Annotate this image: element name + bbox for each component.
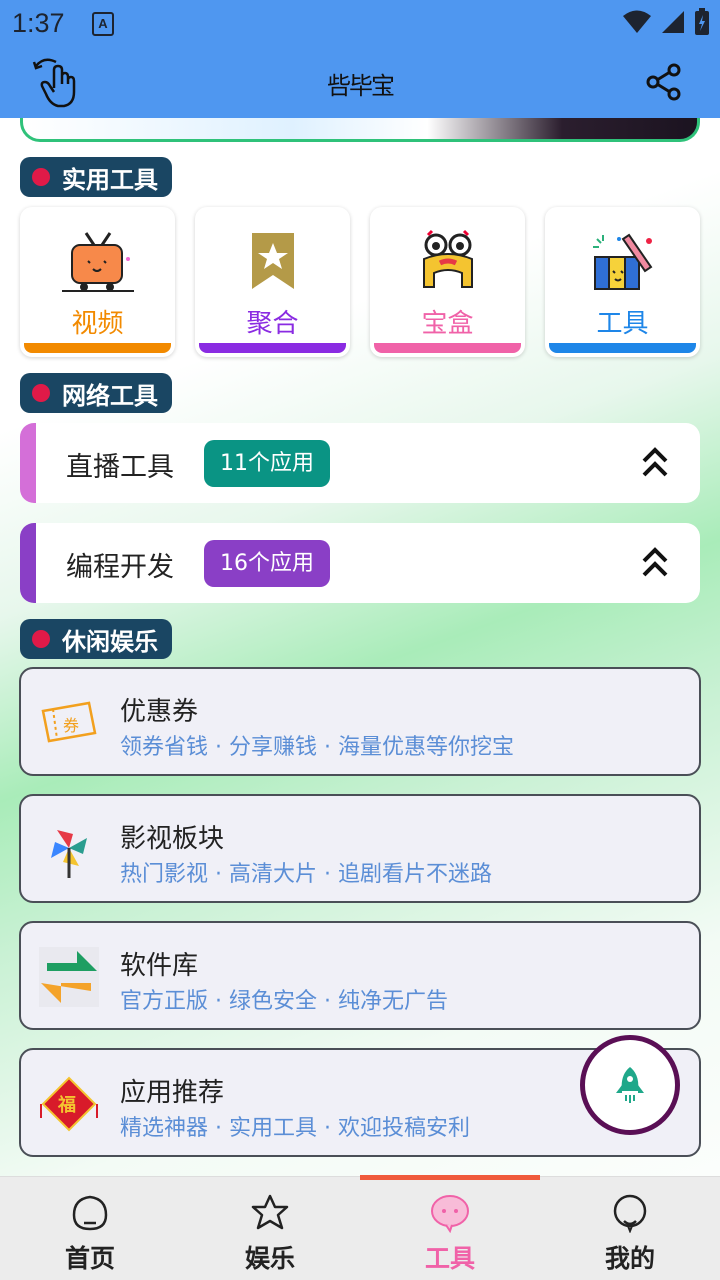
app-count-badge: 16个应用 [204,540,330,587]
card-title: 软件库 [120,951,199,981]
tab-label: 我的 [604,1244,655,1273]
tile-label: 聚合 [246,309,299,339]
network-item-label: 直播工具 [66,452,174,483]
section-dot [32,168,50,186]
double-chevron-up-icon[interactable] [640,545,670,581]
card-title: 应用推荐 [120,1078,225,1108]
tile-video[interactable]: 视频 [20,207,175,357]
tile-label: 宝盒 [421,309,474,339]
tab-home[interactable]: 首页 [0,1177,180,1280]
tile-label: 视频 [71,309,124,339]
pinwheel-icon [51,830,87,878]
signal-icon [662,11,684,33]
item-stripe [20,423,36,503]
card-movies[interactable]: 影视板块 热门影视 · 高清大片 · 追剧看片不迷路 [19,794,701,903]
section-title: 实用工具 [62,165,158,194]
star-bubble-icon [251,1194,289,1230]
pig-bubble-icon [431,1195,469,1233]
arrows-exchange-icon [39,947,99,1007]
card-software[interactable]: 软件库 官方正版 · 绿色安全 · 纯净无广告 [19,921,701,1030]
tab-tools[interactable]: 工具 [360,1177,540,1280]
network-item-label: 编程开发 [66,552,174,583]
section-dot [32,630,50,648]
card-subtitle: 精选神器 · 实用工具 · 欢迎投稿安利 [120,1116,470,1141]
app-title: 呰毕宝 [327,72,395,100]
fu-char: 福 [57,1094,76,1116]
profile-bubble-icon [613,1194,647,1233]
home-bubble-icon [72,1195,108,1231]
section-title: 网络工具 [62,381,158,410]
fu-lantern-icon: 福 [40,1076,98,1132]
input-indicator-icon: A [92,12,114,36]
section-header-practical: 实用工具 [20,157,172,197]
treasure-box-icon [422,229,473,288]
tile-label: 工具 [596,309,649,339]
app-bar: 呰毕宝 [0,50,720,118]
coupon-char: 券 [63,716,79,735]
card-subtitle: 热门影视 · 高清大片 · 追剧看片不迷路 [120,862,492,887]
tile-bar [374,343,521,353]
gift-tools-icon [592,233,652,290]
section-header-network: 网络工具 [20,373,172,413]
tile-bar [549,343,696,353]
network-item-live[interactable]: 直播工具 11个应用 [20,423,700,503]
network-item-dev[interactable]: 编程开发 16个应用 [20,523,700,603]
double-chevron-up-icon[interactable] [640,445,670,481]
card-title: 影视板块 [120,824,225,854]
scroll-top-fab[interactable] [580,1035,680,1135]
rocket-icon [616,1067,644,1103]
share-icon[interactable] [644,62,684,102]
tile-box[interactable]: 宝盒 [370,207,525,357]
card-title: 优惠券 [120,697,199,727]
section-title: 休闲娱乐 [62,627,158,656]
card-subtitle: 官方正版 · 绿色安全 · 纯净无广告 [120,989,448,1014]
app-count-badge: 11个应用 [204,440,330,487]
card-coupon[interactable]: 券 优惠券 领券省钱 · 分享赚钱 · 海量优惠等你挖宝 [19,667,701,776]
tab-label: 工具 [424,1244,475,1273]
tv-icon [61,232,134,292]
status-icons [622,8,710,36]
battery-icon [695,8,709,35]
tool-tiles: 视频 聚合 宝盒 工具 [20,207,700,357]
tile-bar [199,343,346,353]
section-dot [32,384,50,402]
tile-bar [24,343,171,353]
tab-entertainment[interactable]: 娱乐 [180,1177,360,1280]
tile-aggregate[interactable]: 聚合 [195,207,350,357]
tile-tools[interactable]: 工具 [545,207,700,357]
star-bookmark-icon [251,233,294,289]
tab-profile[interactable]: 我的 [540,1177,720,1280]
wifi-icon [623,10,651,33]
tab-label: 首页 [64,1244,115,1273]
status-bar: 1:37 A [0,0,720,50]
coupon-icon: 券 [41,701,97,743]
item-stripe [20,523,36,603]
bottom-navigation: 首页 娱乐 工具 我的 [0,1175,720,1280]
tab-label: 娱乐 [244,1244,295,1273]
status-time: 1:37 [12,8,65,38]
banner-image[interactable] [20,118,700,142]
section-header-leisure: 休闲娱乐 [20,619,172,659]
card-subtitle: 领券省钱 · 分享赚钱 · 海量优惠等你挖宝 [120,735,514,760]
